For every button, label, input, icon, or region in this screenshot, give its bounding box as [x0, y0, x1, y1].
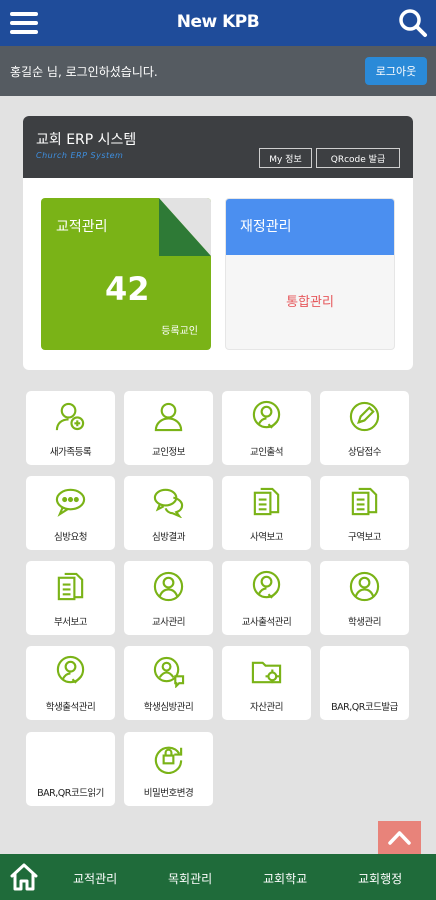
user-chat-icon	[153, 656, 185, 688]
user-icon	[154, 402, 183, 432]
menu-tile-student-attendance[interactable]: 학생출석관리	[26, 646, 115, 720]
user-circle-icon	[349, 571, 380, 602]
user-status-bar: 홍길순 님, 로그인하셨습니다. 로그아웃	[0, 46, 436, 96]
welcome-message: 홍길순 님, 로그인하셨습니다.	[10, 65, 158, 79]
menu-label: 비밀번호변경	[143, 788, 194, 799]
menu-tile-teacher-attendance[interactable]: 교사출석관리	[222, 561, 311, 635]
search-icon[interactable]	[398, 8, 428, 38]
erp-card-header: 교회 ERP 시스템 Church ERP System My 정보 QRcod…	[23, 116, 413, 178]
menu-tile-student-visit[interactable]: 학생심방관리	[124, 646, 213, 720]
user-check-icon	[252, 400, 281, 429]
erp-subtitle: Church ERP System	[36, 151, 124, 160]
members-tile[interactable]: 교적관리 42 등록교인	[41, 198, 211, 350]
menu-tile-counsel-intake[interactable]: 상담접수	[320, 391, 409, 465]
pencil-icon	[349, 401, 380, 432]
menu-tile-new-family[interactable]: 새가족등록	[26, 391, 115, 465]
my-info-button[interactable]: My 정보	[259, 148, 312, 168]
menu-label: 학생심방관리	[143, 702, 194, 713]
bottom-navigation-bar: 교적관리 목회관리 교회학교 교회행정	[0, 854, 436, 900]
user-add-icon	[55, 402, 85, 431]
menu-label: 새가족등록	[49, 447, 92, 458]
menu-label: 사역보고	[250, 532, 283, 543]
menu-tile-teacher-management[interactable]: 교사관리	[124, 561, 213, 635]
finance-tile-label: 재정관리	[240, 219, 292, 235]
menu-tile-barcode-issue[interactable]: BAR,QR코드발급	[320, 646, 409, 720]
menu-label: BAR,QR코드발급	[331, 702, 398, 713]
menu-tile-student-management[interactable]: 학생관리	[320, 561, 409, 635]
documents-icon	[253, 487, 280, 516]
members-tile-label: 교적관리	[56, 219, 108, 235]
menu-label: 심방요청	[54, 532, 87, 543]
finance-tile-header: 재정관리	[226, 199, 394, 255]
scroll-to-top-button[interactable]	[378, 821, 421, 855]
menu-label: 교사출석관리	[241, 617, 292, 628]
menu-label: 교인출석	[250, 447, 283, 458]
nav-administration[interactable]: 교회행정	[358, 870, 402, 887]
menu-tile-member-attendance[interactable]: 교인출석	[222, 391, 311, 465]
nav-church-school[interactable]: 교회학교	[263, 870, 307, 887]
menu-label: 학생출석관리	[45, 702, 96, 713]
lock-refresh-icon	[154, 746, 183, 774]
menu-tile-barcode-read[interactable]: BAR,QR코드읽기	[26, 732, 115, 806]
menu-label: 학생관리	[348, 617, 381, 628]
finance-integrated-link[interactable]: 통합관리	[226, 291, 394, 310]
chevron-up-icon	[388, 831, 411, 845]
menu-tile-asset-management[interactable]: 자산관리	[222, 646, 311, 720]
menu-tile-district-report[interactable]: 구역보고	[320, 476, 409, 550]
menu-label: BAR,QR코드읽기	[37, 788, 104, 799]
menu-tile-member-info[interactable]: 교인정보	[124, 391, 213, 465]
nav-members[interactable]: 교적관리	[73, 870, 117, 887]
menu-label: 구역보고	[348, 532, 381, 543]
user-check-icon	[56, 655, 85, 684]
documents-icon	[351, 487, 378, 516]
chat-bubble-icon	[55, 488, 86, 517]
logout-button[interactable]: 로그아웃	[365, 57, 427, 85]
documents-icon	[57, 572, 84, 601]
qrcode-issue-button[interactable]: QRcode 발급	[316, 148, 400, 168]
menu-tile-department-report[interactable]: 부서보고	[26, 561, 115, 635]
home-icon[interactable]	[8, 862, 40, 892]
app-title: New KPB	[176, 12, 260, 32]
members-count-caption: 등록교인	[161, 326, 198, 337]
folder-gear-icon	[251, 661, 282, 684]
chat-bubbles-icon	[153, 488, 184, 518]
menu-label: 부서보고	[54, 617, 87, 628]
user-check-icon	[252, 570, 281, 599]
menu-label: 교인정보	[152, 447, 185, 458]
top-app-bar: New KPB	[0, 0, 436, 46]
nav-pastoral[interactable]: 목회관리	[168, 870, 212, 887]
menu-tile-visit-request[interactable]: 심방요청	[26, 476, 115, 550]
finance-tile[interactable]: 재정관리 통합관리	[225, 198, 395, 350]
menu-label: 심방결과	[152, 532, 185, 543]
user-circle-icon	[153, 571, 184, 602]
page-fold-icon	[159, 198, 211, 256]
menu-tile-ministry-report[interactable]: 사역보고	[222, 476, 311, 550]
members-count: 42	[105, 270, 150, 308]
menu-label: 교사관리	[152, 617, 185, 628]
erp-title: 교회 ERP 시스템	[36, 132, 137, 148]
menu-tile-visit-result[interactable]: 심방결과	[124, 476, 213, 550]
erp-system-card: 교회 ERP 시스템 Church ERP System My 정보 QRcod…	[23, 116, 413, 370]
menu-tile-change-password[interactable]: 비밀번호변경	[124, 732, 213, 806]
menu-label: 상담접수	[348, 447, 381, 458]
menu-label: 자산관리	[250, 702, 283, 713]
